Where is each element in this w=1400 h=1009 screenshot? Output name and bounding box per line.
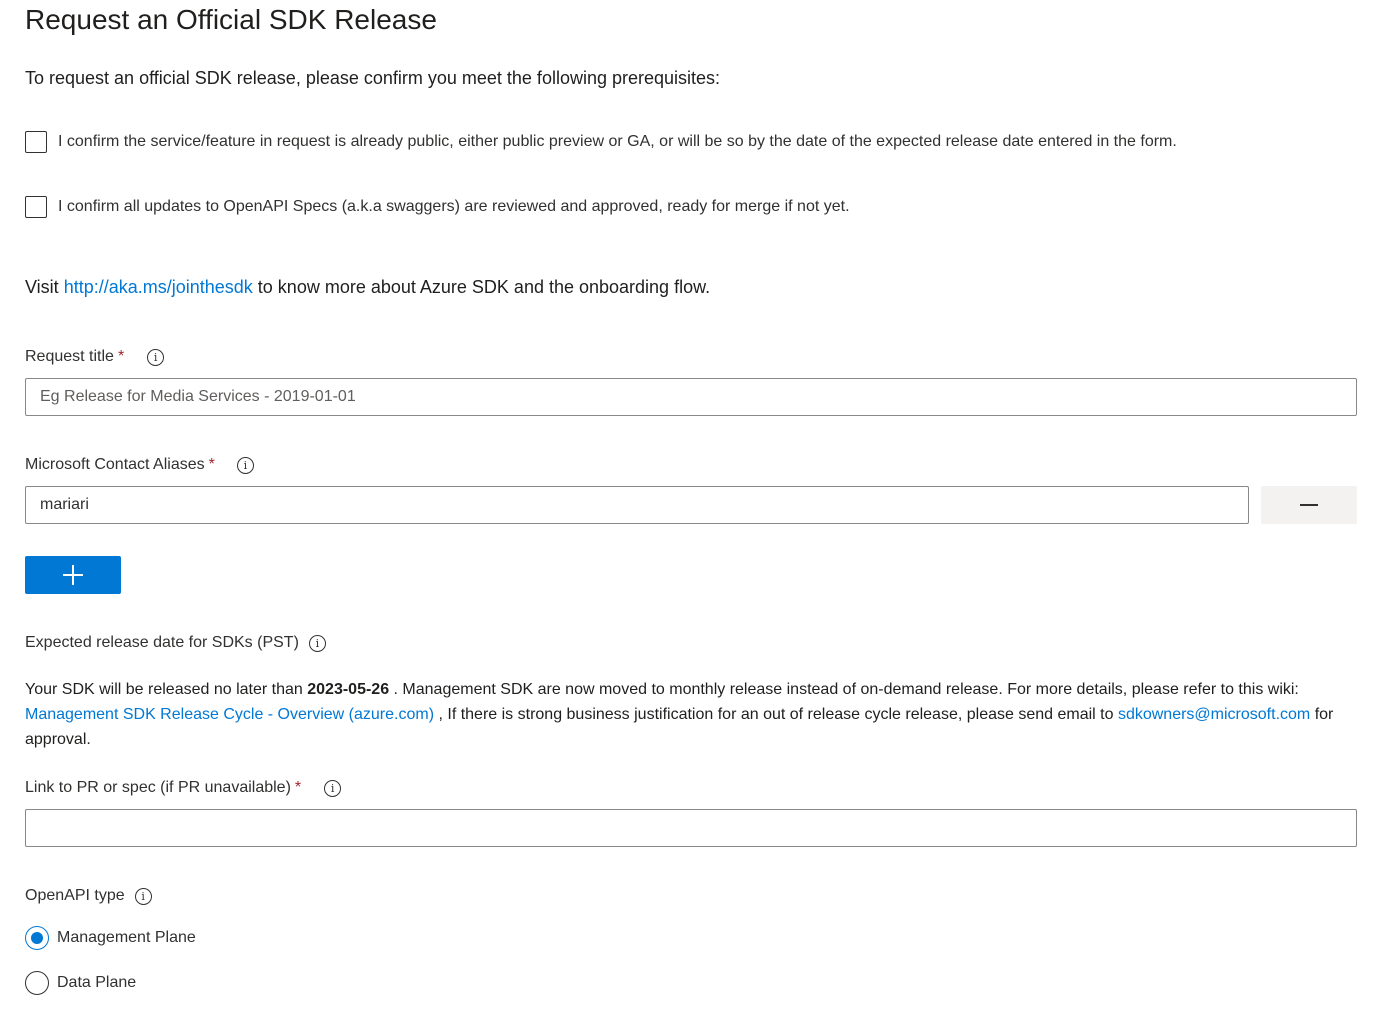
pr-link-input[interactable] — [25, 809, 1357, 847]
release-date-label-text: Expected release date for SDKs (PST) — [25, 634, 299, 651]
request-title-input[interactable] — [25, 378, 1357, 416]
radio-data-plane[interactable]: Data Plane — [25, 971, 136, 995]
page-title: Request an Official SDK Release — [25, 4, 437, 35]
radio-management-plane-label: Management Plane — [57, 929, 196, 946]
request-title-label-text: Request title — [25, 348, 114, 365]
info-icon[interactable]: i — [236, 456, 254, 474]
info-icon[interactable]: i — [308, 634, 326, 652]
release-text-before: Your SDK will be released no later than — [25, 681, 308, 698]
contact-aliases-label-text: Microsoft Contact Aliases — [25, 456, 205, 473]
prerequisite-public-label: I confirm the service/feature in request… — [58, 133, 1177, 150]
openapi-type-label-text: OpenAPI type — [25, 887, 125, 904]
add-alias-button[interactable] — [25, 556, 121, 594]
radio-data-plane-label: Data Plane — [57, 974, 137, 991]
prerequisite-public-checkbox[interactable] — [25, 131, 47, 153]
radio-data-plane-indicator[interactable] — [25, 971, 49, 995]
request-title-label: Request title * i — [25, 348, 165, 366]
remove-alias-button[interactable] — [1261, 486, 1357, 524]
release-cycle-wiki-link[interactable]: Management SDK Release Cycle - Overview … — [25, 706, 434, 723]
visit-notice: Visit http://aka.ms/jointhesdk to know m… — [25, 277, 710, 298]
required-mark: * — [117, 348, 125, 365]
release-date-notice: Your SDK will be released no later than … — [25, 677, 1365, 752]
radio-selected-dot — [31, 932, 43, 944]
info-icon[interactable]: i — [147, 348, 165, 366]
radio-management-plane-indicator[interactable] — [25, 926, 49, 950]
release-date-value: 2023-05-26 — [307, 681, 390, 698]
info-icon[interactable]: i — [324, 779, 342, 797]
release-date-label: Expected release date for SDKs (PST) i — [25, 634, 326, 652]
sdkowners-email-link[interactable]: sdkowners@microsoft.com — [1118, 706, 1310, 723]
visit-prefix: Visit — [25, 277, 64, 297]
prerequisite-public-row[interactable]: I confirm the service/feature in request… — [25, 131, 1177, 153]
prerequisites-intro: To request an official SDK release, plea… — [25, 68, 721, 88]
visit-suffix: to know more about Azure SDK and the onb… — [252, 277, 711, 297]
pr-link-label: Link to PR or spec (if PR unavailable) *… — [25, 779, 342, 797]
pr-link-label-text: Link to PR or spec (if PR unavailable) — [25, 779, 291, 796]
prerequisite-specs-checkbox[interactable] — [25, 196, 47, 218]
prerequisite-specs-row[interactable]: I confirm all updates to OpenAPI Specs (… — [25, 196, 850, 218]
contact-aliases-label: Microsoft Contact Aliases * i — [25, 456, 254, 474]
contact-alias-input[interactable] — [25, 486, 1249, 524]
prerequisite-specs-label: I confirm all updates to OpenAPI Specs (… — [58, 198, 850, 215]
required-mark: * — [294, 779, 302, 796]
plus-icon — [63, 565, 83, 585]
openapi-type-label: OpenAPI type i — [25, 887, 152, 905]
release-text-middle: , If there is strong business justificat… — [434, 706, 1118, 723]
info-icon[interactable]: i — [134, 887, 152, 905]
minus-icon — [1300, 504, 1318, 506]
release-text-after: . Management SDK are now moved to monthl… — [389, 681, 1299, 698]
jointhesdk-link[interactable]: http://aka.ms/jointhesdk — [64, 277, 253, 297]
required-mark: * — [208, 456, 215, 473]
radio-management-plane[interactable]: Management Plane — [25, 926, 196, 950]
